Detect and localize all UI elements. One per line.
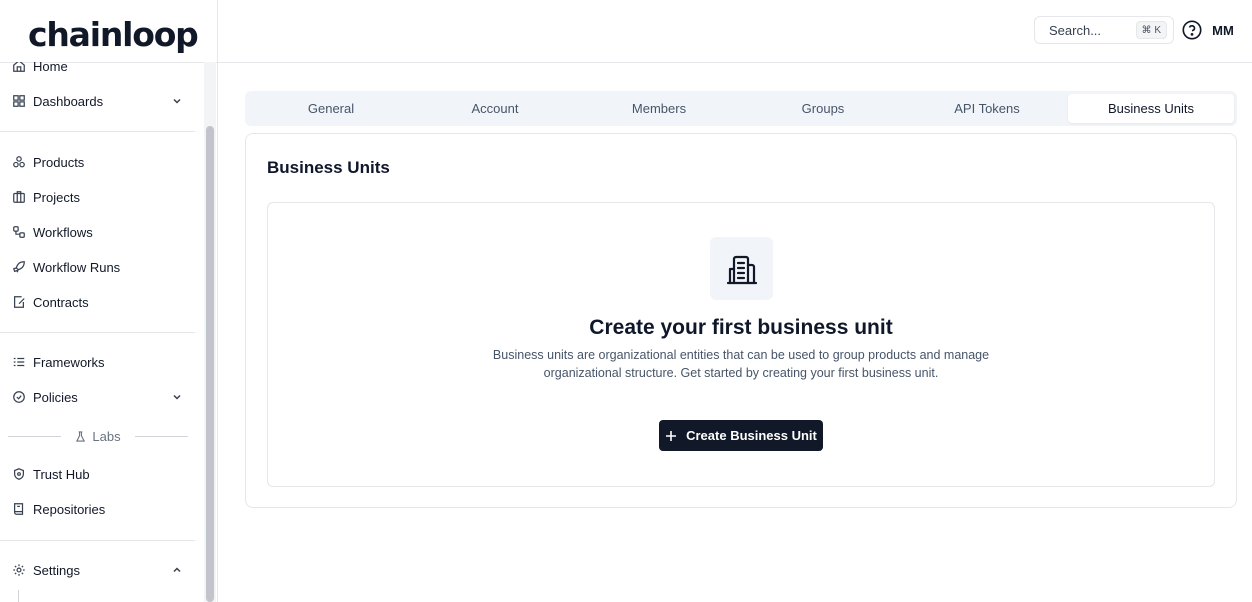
sidebar-item-label: Policies [33,389,78,405]
sidebar-item-label: Dashboards [33,93,104,109]
chevron-down-icon[interactable] [171,391,183,403]
sidebar-item-workflows[interactable]: Workflows [0,217,195,247]
empty-state-title: Create your first business unit [589,316,893,339]
sidebar-item-label: Frameworks [33,354,105,370]
search-input[interactable]: Search... ⌘ K [1034,16,1174,44]
sidebar-item-label: Repositories [33,501,106,517]
rocket-icon [12,260,26,274]
sidebar-item-settings[interactable]: Settings [0,555,195,585]
projects-icon [12,190,26,204]
app-root: chainloop Home Dashboards Products Proje… [0,0,1252,602]
sidebar-scrollbar[interactable] [204,62,216,602]
labs-label: Labs [92,428,121,444]
tab-general[interactable]: General [248,94,414,123]
button-label: Create Business Unit [686,428,817,443]
sidebar-item-repositories[interactable]: Repositories [0,494,195,524]
scrollbar-thumb[interactable] [206,126,214,602]
sidebar-item-label: Workflows [33,224,93,240]
home-icon [12,62,26,73]
policies-icon [12,390,26,404]
top-header: Search... ⌘ K MM [218,0,1252,63]
sidebar-item-label: Workflow Runs [33,259,121,275]
sidebar-item-home[interactable]: Home [0,62,195,81]
empty-state: Create your first business unit Business… [267,202,1215,487]
sidebar-item-products[interactable]: Products [0,147,195,177]
sidebar-item-contracts[interactable]: Contracts [0,287,195,317]
tab-members[interactable]: Members [576,94,742,123]
contracts-icon [12,295,26,309]
sidebar: chainloop Home Dashboards Products Proje… [0,0,218,602]
nav-divider [0,540,195,541]
tab-business-units[interactable]: Business Units [1068,94,1234,123]
avatar[interactable]: MM [1208,17,1238,43]
trust-hub-icon [12,467,26,481]
sidebar-item-label: Contracts [33,294,89,310]
sidebar-item-label: Home [33,62,68,74]
tab-api-tokens[interactable]: API Tokens [904,94,1070,123]
help-circle-icon[interactable] [1181,19,1203,41]
create-business-unit-button[interactable]: Create Business Unit [659,420,823,451]
products-icon [12,155,26,169]
sidebar-nav: Home Dashboards Products Projects Workfl… [0,62,202,602]
building-icon [710,237,773,300]
repositories-icon [12,502,26,516]
card-title: Business Units [267,158,390,177]
nav-divider [0,332,195,333]
empty-state-description: Business units are organizational entiti… [492,348,990,380]
sidebar-item-workflow-runs[interactable]: Workflow Runs [0,252,195,282]
search-placeholder: Search... [1049,22,1102,38]
sidebar-item-policies[interactable]: Policies [0,382,195,412]
business-units-card: Business Units Create your first busines… [245,133,1237,508]
tab-groups[interactable]: Groups [740,94,906,123]
sidebar-item-frameworks[interactable]: Frameworks [0,347,195,377]
flask-icon [76,430,86,442]
sidebar-item-label: Trust Hub [33,466,90,482]
sidebar-item-projects[interactable]: Projects [0,182,195,212]
gear-icon [12,563,26,577]
sidebar-item-dashboards[interactable]: Dashboards [0,86,195,116]
nav-divider [0,131,195,132]
dashboards-icon [12,94,26,108]
submenu-guide-line [18,590,19,602]
plus-icon [666,430,677,441]
frameworks-icon [12,355,26,369]
sidebar-item-label: Products [33,154,85,170]
tab-account[interactable]: Account [412,94,578,123]
labs-divider: Labs [8,428,189,444]
chevron-up-icon[interactable] [171,564,183,576]
settings-tabs: General Account Members Groups API Token… [245,91,1237,126]
chevron-down-icon[interactable] [171,95,183,107]
workflows-icon [12,225,26,239]
sidebar-item-label: Settings [33,562,80,578]
chainloop-logo[interactable]: chainloop [28,14,199,54]
sidebar-item-label: Projects [33,189,80,205]
search-shortcut-badge: ⌘ K [1135,21,1167,39]
sidebar-item-trust-hub[interactable]: Trust Hub [0,459,195,489]
